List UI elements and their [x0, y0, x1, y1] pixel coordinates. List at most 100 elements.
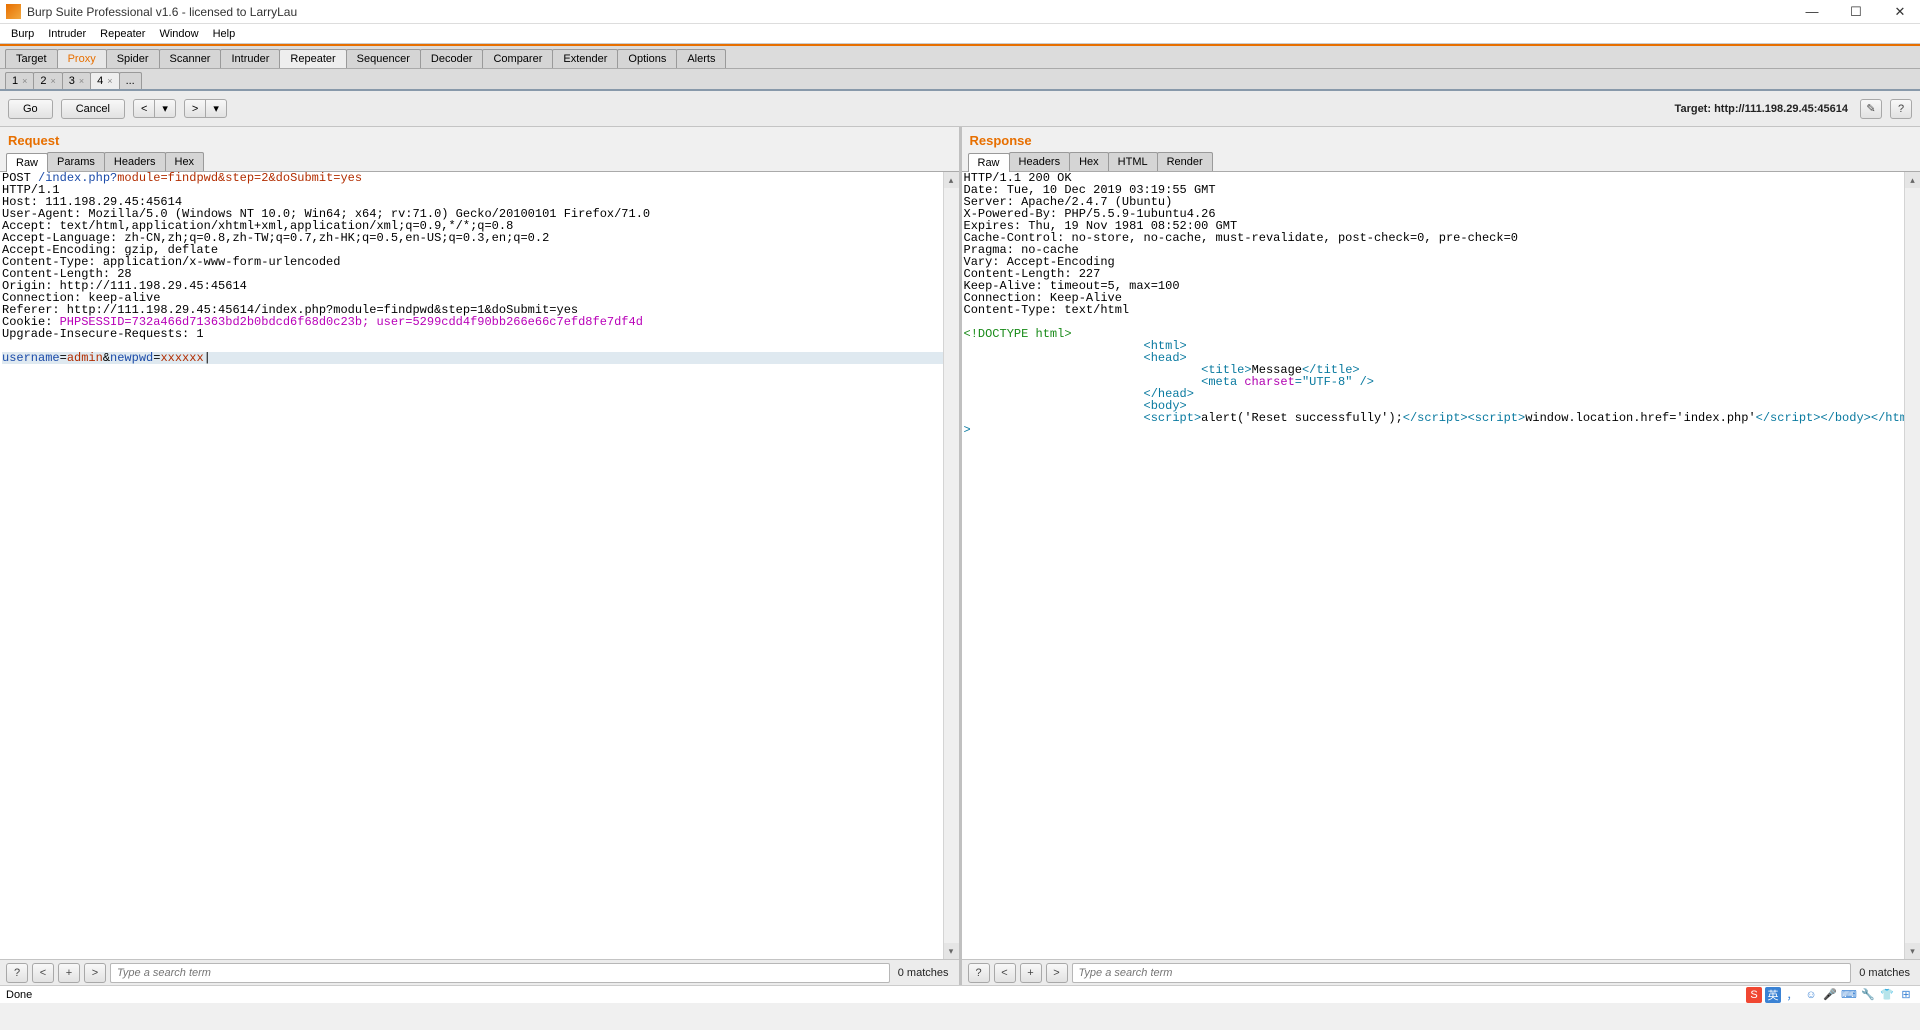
- search-add-button[interactable]: +: [1020, 963, 1042, 983]
- scroll-up-icon[interactable]: ▴: [1905, 172, 1920, 188]
- go-button[interactable]: Go: [8, 99, 53, 119]
- request-tab-hex[interactable]: Hex: [165, 152, 205, 171]
- scroll-down-icon[interactable]: ▾: [944, 943, 959, 959]
- ime-mic-icon[interactable]: 🎤: [1822, 987, 1838, 1003]
- status-text: Done: [6, 989, 32, 1001]
- ime-punct-icon[interactable]: ，: [1784, 987, 1800, 1003]
- repeater-sub-tabs: 1× 2× 3× 4× ...: [0, 69, 1920, 91]
- request-match-count: 0 matches: [894, 967, 953, 979]
- sub-tab-1[interactable]: 1×: [5, 72, 34, 89]
- search-help-button[interactable]: ?: [6, 963, 28, 983]
- sub-tab-more[interactable]: ...: [119, 72, 142, 89]
- search-next-button[interactable]: >: [1046, 963, 1068, 983]
- tab-options[interactable]: Options: [617, 49, 677, 68]
- tab-repeater[interactable]: Repeater: [279, 49, 346, 68]
- main-tabs: Target Proxy Spider Scanner Intruder Rep…: [0, 44, 1920, 69]
- request-search-bar: ? < + > 0 matches: [0, 959, 959, 985]
- search-prev-button[interactable]: <: [994, 963, 1016, 983]
- maximize-button[interactable]: ☐: [1842, 3, 1870, 21]
- close-icon[interactable]: ×: [107, 76, 112, 86]
- menu-intruder[interactable]: Intruder: [43, 26, 91, 42]
- next-button[interactable]: >: [184, 99, 206, 118]
- ime-smile-icon[interactable]: ☺: [1803, 987, 1819, 1003]
- app-icon: [6, 4, 21, 19]
- ime-wrench-icon[interactable]: 🔧: [1860, 987, 1876, 1003]
- help-button[interactable]: ?: [1890, 99, 1912, 119]
- ime-sogou-icon[interactable]: S: [1746, 987, 1762, 1003]
- tab-comparer[interactable]: Comparer: [482, 49, 553, 68]
- status-bar: Done S 英 ， ☺ 🎤 ⌨ 🔧 👕 ⊞: [0, 985, 1920, 1003]
- request-tab-raw[interactable]: Raw: [6, 153, 48, 172]
- request-tab-params[interactable]: Params: [47, 152, 105, 171]
- tab-extender[interactable]: Extender: [552, 49, 618, 68]
- tab-intruder[interactable]: Intruder: [220, 49, 280, 68]
- tab-alerts[interactable]: Alerts: [676, 49, 726, 68]
- ime-keyboard-icon[interactable]: ⌨: [1841, 987, 1857, 1003]
- response-search-bar: ? < + > 0 matches: [962, 959, 1920, 985]
- response-search-input[interactable]: [1072, 963, 1852, 983]
- scroll-up-icon[interactable]: ▴: [944, 172, 959, 188]
- response-tab-hex[interactable]: Hex: [1069, 152, 1109, 171]
- request-title: Request: [0, 127, 959, 152]
- next-menu-button[interactable]: ▾: [205, 99, 227, 118]
- ime-lang-icon[interactable]: 英: [1765, 987, 1781, 1003]
- close-icon[interactable]: ×: [79, 76, 84, 86]
- response-scrollbar[interactable]: ▴ ▾: [1904, 172, 1920, 959]
- response-raw-text[interactable]: HTTP/1.1 200 OK Date: Tue, 10 Dec 2019 0…: [962, 172, 1920, 436]
- request-tab-headers[interactable]: Headers: [104, 152, 166, 171]
- edit-target-button[interactable]: ✎: [1860, 99, 1882, 119]
- ime-tray: S 英 ， ☺ 🎤 ⌨ 🔧 👕 ⊞: [1746, 987, 1914, 1003]
- menu-window[interactable]: Window: [154, 26, 203, 42]
- menu-burp[interactable]: Burp: [6, 26, 39, 42]
- minimize-button[interactable]: —: [1798, 3, 1826, 21]
- close-icon[interactable]: ×: [22, 76, 27, 86]
- tab-sequencer[interactable]: Sequencer: [346, 49, 421, 68]
- tab-scanner[interactable]: Scanner: [159, 49, 222, 68]
- title-bar: Burp Suite Professional v1.6 - licensed …: [0, 0, 1920, 24]
- window-title: Burp Suite Professional v1.6 - licensed …: [27, 5, 1798, 19]
- sub-tab-2[interactable]: 2×: [33, 72, 62, 89]
- tab-proxy[interactable]: Proxy: [57, 49, 107, 68]
- target-label: Target: http://111.198.29.45:45614: [1675, 103, 1848, 115]
- request-search-input[interactable]: [110, 963, 890, 983]
- repeater-toolbar: Go Cancel < ▾ > ▾ Target: http://111.198…: [0, 91, 1920, 127]
- response-tab-raw[interactable]: Raw: [968, 153, 1010, 172]
- ime-grid-icon[interactable]: ⊞: [1898, 987, 1914, 1003]
- request-raw-text[interactable]: POST /index.php?module=findpwd&step=2&do…: [0, 172, 959, 364]
- sub-tab-4[interactable]: 4×: [90, 72, 119, 89]
- history-next-group: > ▾: [184, 99, 227, 118]
- search-help-button[interactable]: ?: [968, 963, 990, 983]
- ime-skin-icon[interactable]: 👕: [1879, 987, 1895, 1003]
- cancel-button[interactable]: Cancel: [61, 99, 125, 119]
- close-icon[interactable]: ×: [51, 76, 56, 86]
- prev-menu-button[interactable]: ▾: [154, 99, 176, 118]
- response-pane: Response Raw Headers Hex HTML Render HTT…: [962, 127, 1920, 985]
- response-match-count: 0 matches: [1855, 967, 1914, 979]
- prev-button[interactable]: <: [133, 99, 155, 118]
- response-title: Response: [962, 127, 1920, 152]
- close-button[interactable]: ✕: [1886, 3, 1914, 21]
- response-body[interactable]: HTTP/1.1 200 OK Date: Tue, 10 Dec 2019 0…: [962, 172, 1920, 959]
- content-area: Request Raw Params Headers Hex POST /ind…: [0, 127, 1920, 985]
- response-tabs: Raw Headers Hex HTML Render: [962, 152, 1920, 172]
- menu-bar: Burp Intruder Repeater Window Help: [0, 24, 1920, 44]
- response-tab-headers[interactable]: Headers: [1009, 152, 1071, 171]
- menu-help[interactable]: Help: [208, 26, 241, 42]
- search-prev-button[interactable]: <: [32, 963, 54, 983]
- request-tabs: Raw Params Headers Hex: [0, 152, 959, 172]
- tab-target[interactable]: Target: [5, 49, 58, 68]
- request-pane: Request Raw Params Headers Hex POST /ind…: [0, 127, 962, 985]
- sub-tab-3[interactable]: 3×: [62, 72, 91, 89]
- search-add-button[interactable]: +: [58, 963, 80, 983]
- response-tab-render[interactable]: Render: [1157, 152, 1213, 171]
- scroll-down-icon[interactable]: ▾: [1905, 943, 1920, 959]
- response-tab-html[interactable]: HTML: [1108, 152, 1158, 171]
- request-scrollbar[interactable]: ▴ ▾: [943, 172, 959, 959]
- menu-repeater[interactable]: Repeater: [95, 26, 150, 42]
- window-buttons: — ☐ ✕: [1798, 3, 1914, 21]
- search-next-button[interactable]: >: [84, 963, 106, 983]
- tab-decoder[interactable]: Decoder: [420, 49, 484, 68]
- request-body[interactable]: POST /index.php?module=findpwd&step=2&do…: [0, 172, 959, 959]
- history-prev-group: < ▾: [133, 99, 176, 118]
- tab-spider[interactable]: Spider: [106, 49, 160, 68]
